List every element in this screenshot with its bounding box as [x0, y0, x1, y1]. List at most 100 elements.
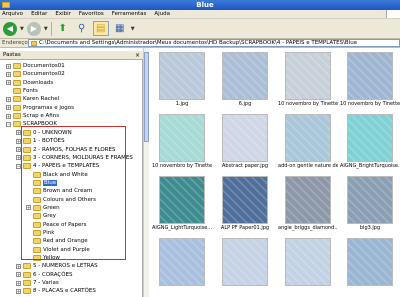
tree-node[interactable]: +5 - NUMEROS e LETRAS — [16, 262, 98, 270]
tree-node[interactable]: Blue — [26, 179, 58, 187]
menu-ferramentas[interactable]: Ferramentas — [112, 11, 147, 17]
thumbnail-caption: 6.jpg — [238, 101, 252, 107]
expand-icon[interactable]: + — [16, 280, 21, 286]
folder-icon — [31, 40, 37, 46]
tree-node[interactable]: Pink — [26, 229, 54, 237]
expand-icon[interactable]: + — [16, 155, 21, 161]
tree-node[interactable]: Red and Orange — [26, 237, 88, 245]
tree-node[interactable]: +1 - BOTÕES — [16, 137, 65, 145]
thumbnail-image — [222, 52, 268, 100]
thumbnail-image — [347, 238, 393, 286]
expand-icon[interactable]: + — [6, 96, 11, 102]
thumbnail-item[interactable]: blg3.jpg — [340, 176, 400, 231]
address-bar: Endereço C:\Documents and Settings\Admin… — [0, 39, 400, 48]
menu-arquivo[interactable]: Arquivo — [2, 11, 23, 17]
tree-node[interactable]: + Green — [26, 204, 60, 212]
expand-icon[interactable]: + — [16, 147, 21, 152]
tree-node[interactable]: + Scrap e Afins — [6, 112, 59, 120]
tree-node[interactable]: Colours and Others — [26, 196, 96, 204]
views-dropdown-icon[interactable]: ▼ — [131, 26, 135, 32]
views-button[interactable]: ▦ — [112, 21, 128, 36]
back-arrow-icon: ◀ — [3, 21, 17, 36]
folder-icon — [33, 204, 41, 211]
tree-node[interactable]: +0 - UNKNOWN — [16, 129, 72, 137]
tree-node-label: Scrap e Afins — [23, 113, 60, 120]
tree-node[interactable]: − SCRAPBOOK — [6, 120, 57, 128]
tree-node[interactable]: +2 - RAMOS, FOLHAS E FLORES — [16, 146, 115, 154]
expand-icon[interactable]: + — [16, 130, 21, 136]
tree-node[interactable]: Violet and Purple — [26, 246, 90, 254]
close-icon[interactable]: × — [135, 52, 140, 59]
tree-node[interactable]: Fonts — [6, 87, 38, 95]
menu-ajuda[interactable]: Ajuda — [154, 11, 170, 17]
tree-node[interactable]: + Karen Rachel — [6, 95, 59, 103]
thumbnail-item[interactable]: angie_briggs_diamond... — [278, 176, 338, 231]
forward-dropdown-icon[interactable]: ▼ — [44, 26, 48, 32]
tree-node[interactable]: +3 - CORNERS, MOLDURAS E FRAMES — [16, 154, 133, 162]
expand-icon[interactable]: + — [16, 138, 21, 144]
thumbnail-item[interactable]: add-on gentle nature de muriel1326 (3).j… — [278, 114, 338, 169]
expand-icon[interactable]: + — [16, 263, 21, 269]
tree-node-label: SCRAPBOOK — [23, 121, 57, 128]
tree-node[interactable]: Black and White — [26, 171, 88, 179]
tree-node[interactable]: − 4 - PAPEIS e TEMPLATES — [16, 162, 99, 170]
tree-node[interactable]: +8 - PLACAS e CARTÕES — [16, 287, 96, 295]
thumbnail-item[interactable]: 10 novembro by Tinette (3).jpg — [278, 52, 338, 107]
toolbar-separator — [50, 21, 52, 36]
folder-icon — [33, 221, 41, 228]
tree-node[interactable]: + Documentos01 — [6, 62, 65, 70]
tree-scrollbar[interactable] — [143, 48, 149, 297]
back-dropdown-icon[interactable]: ▼ — [20, 26, 24, 32]
forward-button[interactable]: ▶ — [26, 21, 41, 36]
tree-node-label: 4 - PAPEIS e TEMPLATES — [33, 163, 100, 170]
menu-editar[interactable]: Editar — [31, 11, 47, 17]
tree-node[interactable]: Brown and Cream — [26, 187, 92, 195]
expand-icon[interactable]: + — [6, 80, 11, 86]
thumbnail-item[interactable]: 6.jpg — [215, 52, 275, 107]
expand-icon[interactable]: + — [6, 113, 11, 119]
tree-node-label: Programas e jogos — [23, 104, 74, 111]
tree-node[interactable]: + Programas e jogos — [6, 104, 74, 112]
thumbnail-image — [222, 238, 268, 286]
thumbnail-item[interactable]: Abstract paper.jpg — [215, 114, 275, 169]
tree-node[interactable]: +6 - CORAÇÕES — [16, 271, 73, 279]
up-folder-button[interactable]: ⬆ — [55, 21, 71, 36]
tree-node[interactable]: Yellow — [26, 254, 60, 262]
tree-node[interactable]: + Downloads — [6, 79, 53, 87]
thumbnail-item[interactable]: 10 novembro by Tinette (5).jpg — [340, 52, 400, 107]
folders-button[interactable]: ▤ — [92, 21, 109, 36]
back-button[interactable]: ◀ — [3, 21, 17, 36]
thumbnail-image — [159, 238, 205, 286]
tree-node[interactable]: + Documentos02 — [6, 70, 65, 78]
thumbnail-item[interactable]: ALP PF Paper01.jpg — [215, 176, 275, 231]
folder-icon — [33, 171, 41, 178]
scrollbar-thumb[interactable] — [144, 52, 149, 142]
tree-node[interactable]: +7 - Varias — [16, 279, 59, 287]
tree-node[interactable]: Grey — [26, 212, 56, 220]
expand-icon[interactable]: + — [6, 105, 11, 111]
expand-icon[interactable]: + — [26, 205, 31, 211]
collapse-icon[interactable]: − — [6, 121, 11, 127]
menu-exibir[interactable]: Exibir — [55, 11, 71, 17]
thumbnail-item[interactable] — [152, 238, 212, 287]
address-input[interactable]: C:\Documents and Settings\Administrador\… — [28, 39, 400, 47]
expand-icon[interactable]: + — [16, 272, 21, 278]
folders-panel-title: Pastas — [3, 52, 21, 58]
thumbnail-item[interactable] — [215, 238, 275, 287]
expand-icon[interactable]: + — [16, 288, 21, 294]
search-button[interactable]: ⚲ — [74, 21, 90, 36]
thumbnail-item[interactable] — [340, 238, 400, 287]
expand-icon[interactable]: + — [6, 63, 11, 69]
thumbnail-item[interactable]: AIGNG_LightTurquoise... — [152, 176, 212, 231]
thumbnail-item[interactable]: AIGNG_BrightTurquoise... — [340, 114, 400, 169]
thumbnail-item[interactable] — [278, 238, 338, 287]
thumbnail-item[interactable]: 10 novembro by Tinette (7).jpg — [152, 114, 212, 169]
thumbnail-item[interactable]: 1.jpg — [152, 52, 212, 107]
tree-node[interactable]: Peace of Papers — [26, 221, 87, 229]
collapse-icon[interactable]: − — [16, 163, 21, 169]
expand-icon[interactable]: + — [6, 71, 11, 77]
menu-favoritos[interactable]: Favoritos — [79, 11, 104, 17]
